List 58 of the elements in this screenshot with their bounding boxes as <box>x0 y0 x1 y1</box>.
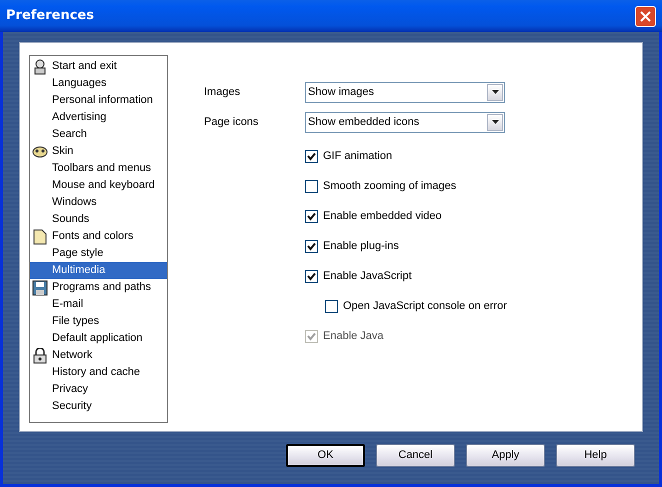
sidebar-item[interactable]: File types <box>30 313 167 330</box>
sidebar-item[interactable]: Toolbars and menus <box>30 160 167 177</box>
sidebar-item[interactable]: Default application <box>30 330 167 347</box>
sidebar-item[interactable]: Mouse and keyboard <box>30 177 167 194</box>
checkbox-label: Open JavaScript console on error <box>343 298 507 314</box>
checkbox[interactable] <box>305 150 318 162</box>
checkmark-icon <box>307 272 316 280</box>
document-icon <box>32 228 48 244</box>
window-title: Preferences <box>6 7 94 26</box>
checkbox[interactable] <box>305 210 318 222</box>
checkbox[interactable] <box>305 270 318 282</box>
dialog-button[interactable]: Apply <box>466 444 545 467</box>
checkmark-icon <box>307 332 316 340</box>
sidebar-item[interactable]: Start and exit <box>30 58 167 75</box>
sidebar-item[interactable]: History and cache <box>30 364 167 381</box>
close-button[interactable] <box>635 6 656 26</box>
checkbox-label: Enable Java <box>323 328 384 344</box>
dropdown-arrow-button[interactable] <box>487 114 503 130</box>
dialog-button[interactable]: Help <box>556 444 635 467</box>
mask-icon <box>32 144 48 160</box>
sidebar-item[interactable]: Fonts and colors <box>30 228 167 245</box>
sidebar-item[interactable]: Page style <box>30 245 167 262</box>
checkbox-label: Enable plug-ins <box>323 238 399 254</box>
checkbox-label: Enable JavaScript <box>323 268 412 284</box>
sidebar-item[interactable]: Privacy <box>30 381 167 398</box>
checkbox-label: GIF animation <box>323 148 392 164</box>
checkmark-icon <box>307 152 316 160</box>
dialog-button[interactable]: Cancel <box>376 444 455 467</box>
sidebar-item[interactable]: Search <box>30 126 167 143</box>
checkbox[interactable] <box>325 300 338 312</box>
dropdown-label: Images <box>204 84 242 100</box>
checkmark-icon <box>307 212 316 220</box>
sidebar-item[interactable]: Security <box>30 398 167 415</box>
close-icon <box>640 10 651 22</box>
sidebar-item[interactable]: Multimedia <box>30 262 167 279</box>
person-icon <box>32 58 48 74</box>
checkmark-icon <box>307 242 316 250</box>
sidebar-item[interactable]: E-mail <box>30 296 167 313</box>
sidebar-item[interactable]: Sounds <box>30 211 167 228</box>
dropdown-arrow-button[interactable] <box>487 84 503 100</box>
checkbox[interactable] <box>305 240 318 252</box>
sidebar-item[interactable]: Languages <box>30 75 167 92</box>
sidebar-item[interactable]: Advertising <box>30 109 167 126</box>
sidebar-item[interactable]: Personal information <box>30 92 167 109</box>
sidebar-item[interactable]: Skin <box>30 143 167 160</box>
checkbox[interactable] <box>305 180 318 192</box>
checkbox-label: Smooth zooming of images <box>323 178 456 194</box>
sidebar-item[interactable]: Windows <box>30 194 167 211</box>
dropdown-label: Page icons <box>204 114 260 130</box>
dialog-button[interactable]: OK <box>286 444 365 467</box>
caret-icon <box>492 120 498 124</box>
dropdown[interactable]: Show embedded icons <box>305 112 505 132</box>
lock-icon <box>32 348 48 364</box>
sidebar-item[interactable]: Network <box>30 347 167 364</box>
caret-icon <box>492 90 498 94</box>
dropdown[interactable]: Show images <box>305 82 505 102</box>
checkbox-label: Enable embedded video <box>323 208 442 224</box>
sidebar-item[interactable]: Programs and paths <box>30 279 167 296</box>
